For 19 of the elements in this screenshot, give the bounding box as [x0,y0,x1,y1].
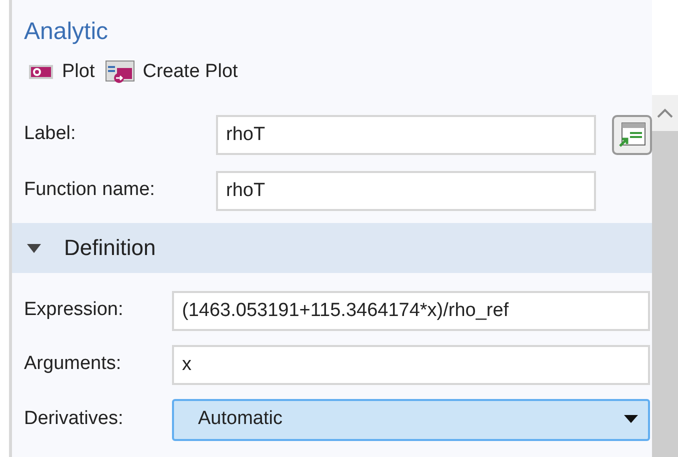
section-header[interactable]: Definition [12,222,652,272]
field-label: Function name: [24,178,156,202]
text-field[interactable]: rhoT [216,170,596,210]
create-plot-button[interactable]: Create Plot [104,58,238,86]
field-label: Expression: [24,298,124,322]
plot-icon [28,63,54,82]
add-note-button[interactable] [612,114,652,154]
create-plot-icon [104,60,135,84]
note-icon [618,122,646,148]
field-label: Label: [24,122,77,146]
field-label: Arguments: [24,352,122,376]
dropdown[interactable]: Automatic [172,398,650,440]
text-field[interactable]: (1463.053191+115.3464174*x)/rho_ref [172,290,650,330]
field-label: Derivatives: [24,407,124,432]
panel-title: Analytic [23,17,110,47]
text-field[interactable]: x [172,344,650,384]
text-field[interactable]: rhoT [216,114,596,154]
caret-icon [624,415,638,424]
plot-button[interactable]: Plot [28,58,95,86]
